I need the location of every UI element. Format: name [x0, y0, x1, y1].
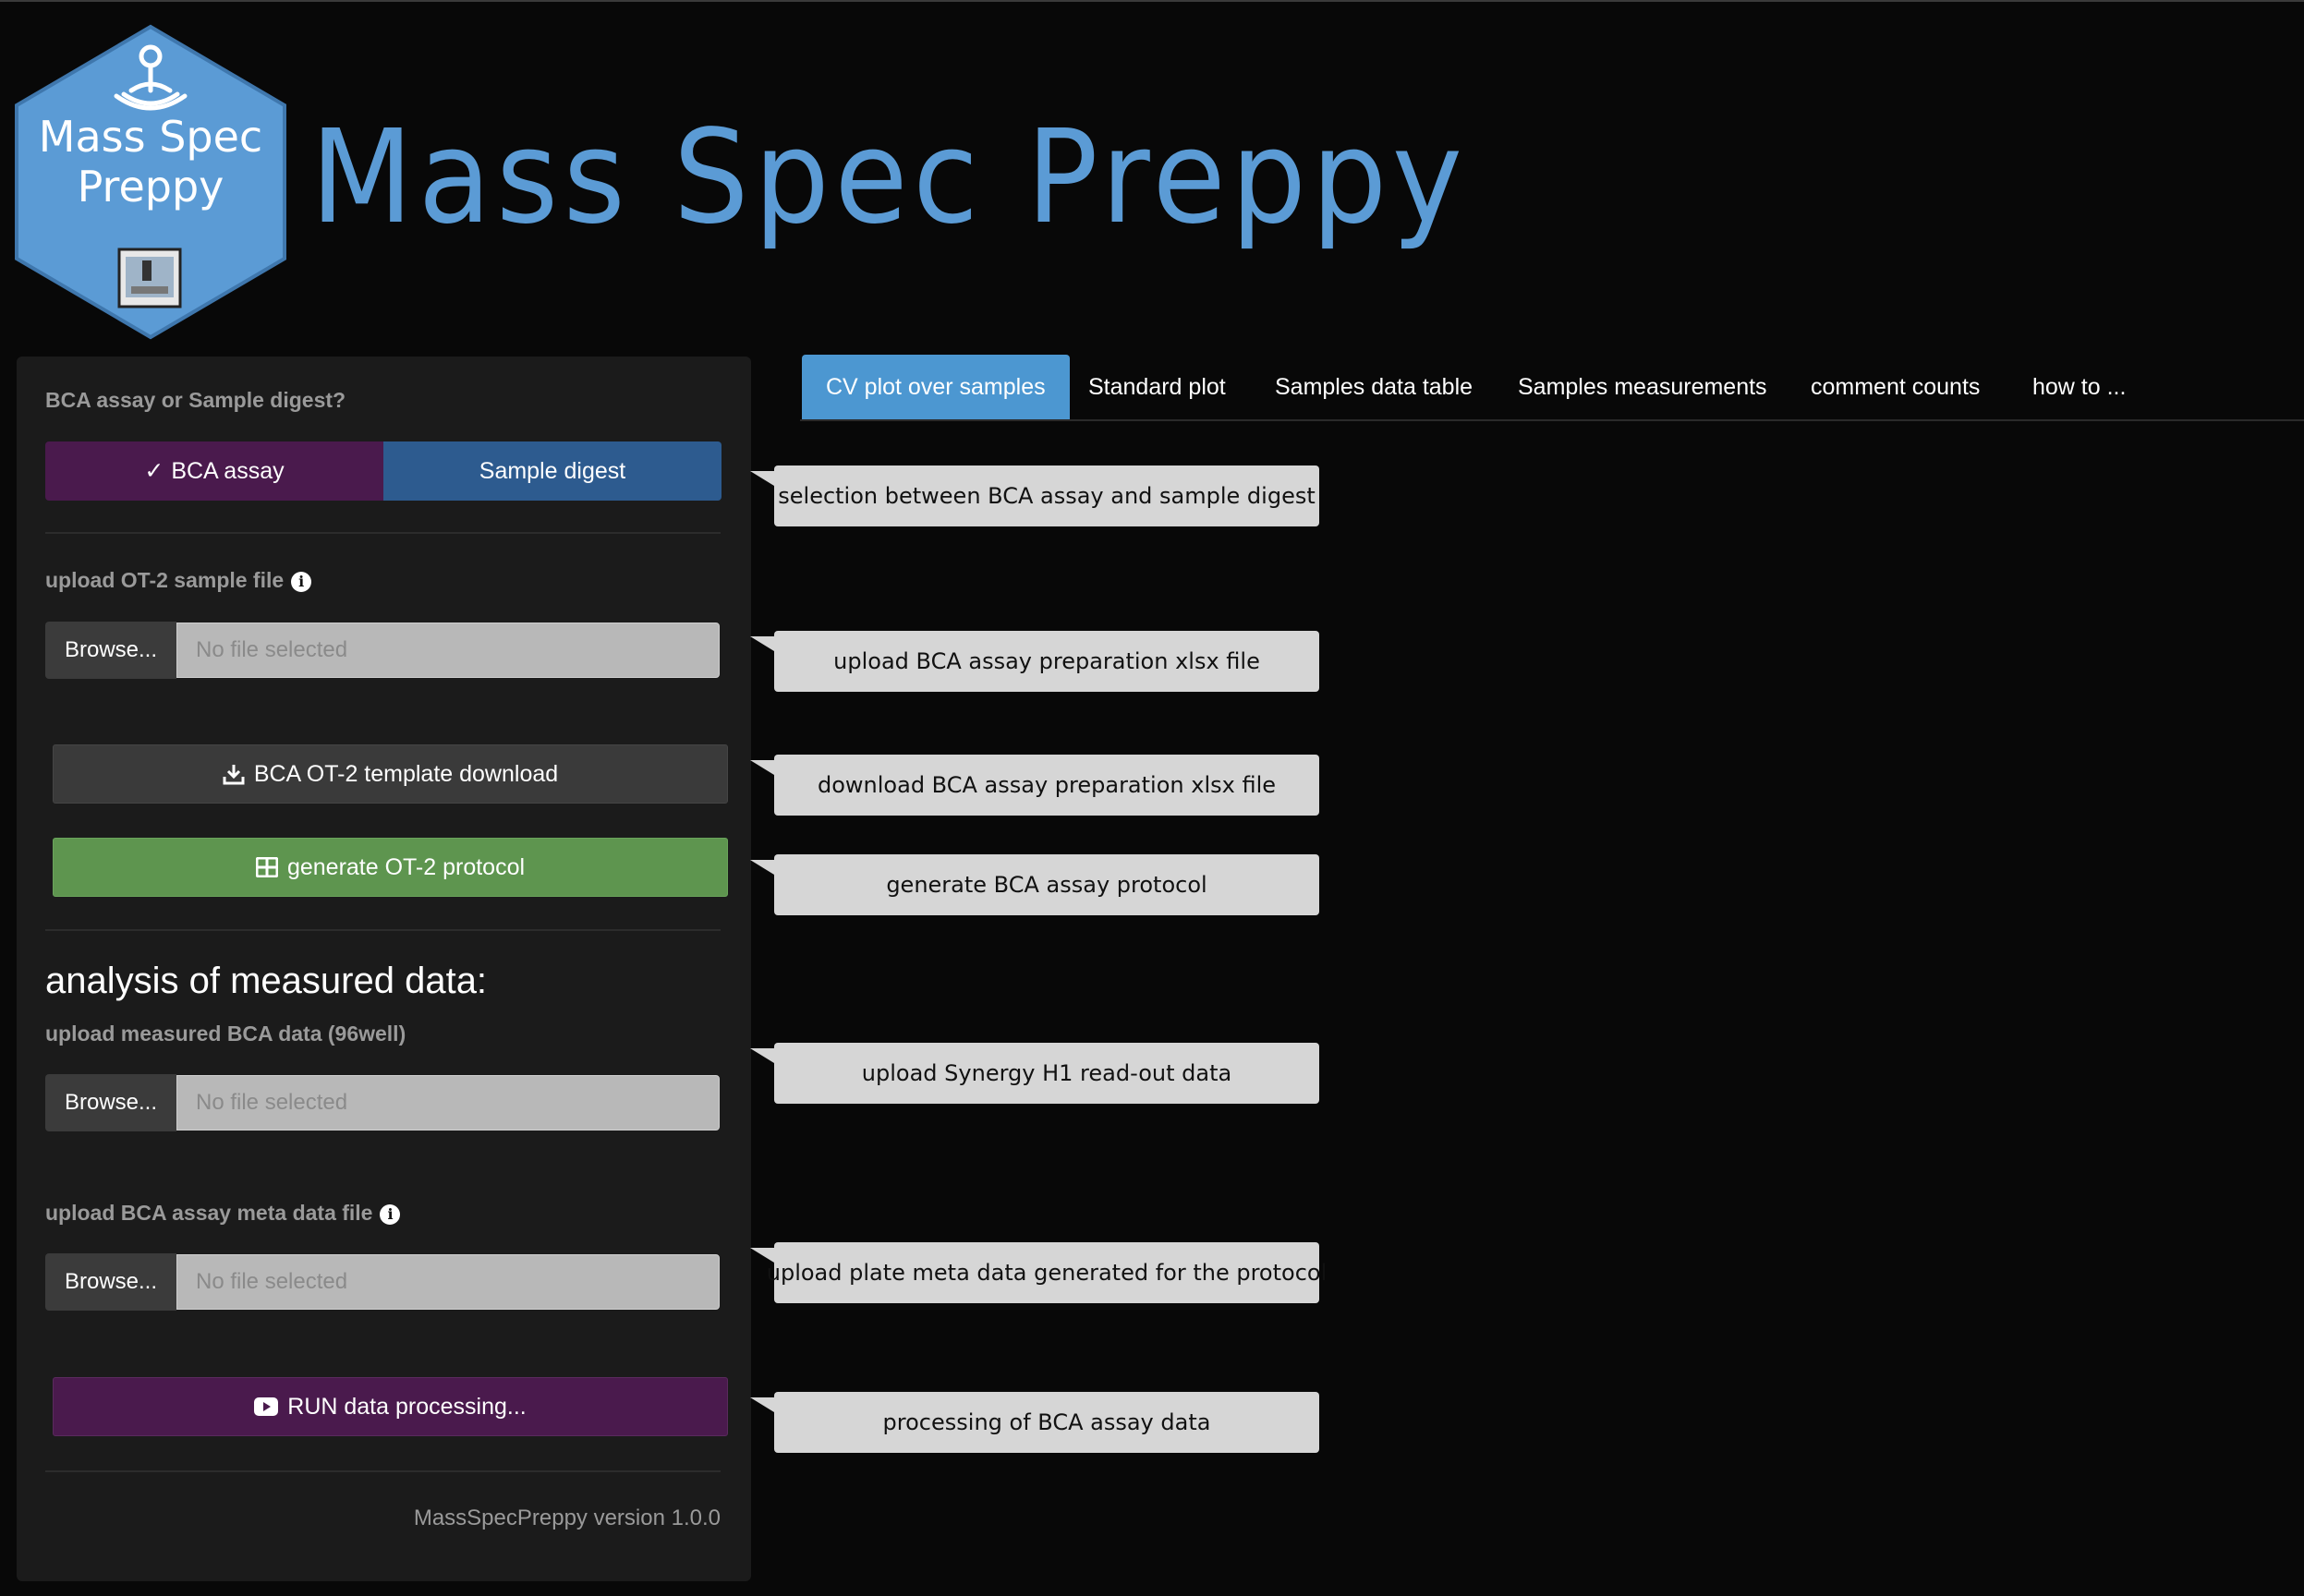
meta-upload-label-row: upload BCA assay meta data file i: [45, 1201, 401, 1226]
callout-upload-readout: upload Synergy H1 read-out data: [750, 1043, 1319, 1104]
run-processing-label: RUN data processing...: [287, 1393, 527, 1420]
meta-upload-label: upload BCA assay meta data file: [45, 1201, 373, 1225]
callout-generate-protocol: generate BCA assay protocol: [750, 854, 1319, 915]
youtube-play-icon: [254, 1397, 279, 1416]
callout-upload-meta: upload plate meta data generated for the…: [750, 1242, 1327, 1303]
divider: [45, 532, 721, 534]
mode-label: BCA assay or Sample digest?: [45, 388, 346, 412]
bca-assay-toggle-label: BCA assay: [171, 457, 285, 484]
generate-protocol-button[interactable]: generate OT-2 protocol: [53, 838, 728, 897]
bca-assay-toggle[interactable]: ✓ BCA assay: [45, 441, 383, 501]
tab-comment-counts[interactable]: comment counts: [1811, 355, 1980, 419]
callout-mode-selection: selection between BCA assay and sample d…: [750, 466, 1319, 526]
tab-how-to[interactable]: how to ...: [2032, 355, 2126, 419]
ot2-browse-button[interactable]: Browse...: [45, 622, 176, 679]
ot2-upload-label-row: upload OT-2 sample file i: [45, 568, 312, 593]
measured-browse-button[interactable]: Browse...: [45, 1074, 176, 1131]
template-download-button[interactable]: BCA OT-2 template download: [53, 744, 728, 804]
tab-samples-data-table[interactable]: Samples data table: [1275, 355, 1473, 419]
sample-digest-toggle-label: Sample digest: [479, 457, 626, 484]
divider: [45, 1470, 721, 1472]
divider: [45, 929, 721, 931]
window-top-border: [0, 0, 2304, 2]
logo-text-line2: Preppy: [78, 162, 224, 212]
info-icon[interactable]: i: [291, 571, 312, 592]
tab-standard-plot[interactable]: Standard plot: [1088, 355, 1226, 419]
robot-icon: [117, 248, 182, 308]
meta-file-field[interactable]: No file selected: [176, 1254, 720, 1310]
measured-upload-label: upload measured BCA data (96well): [45, 1022, 406, 1046]
template-download-label: BCA OT-2 template download: [253, 760, 559, 787]
callout-download-prep: download BCA assay preparation xlsx file: [750, 755, 1319, 816]
check-icon: ✓: [144, 458, 164, 484]
ot2-upload-label: upload OT-2 sample file: [45, 568, 285, 592]
app-title: Mass Spec Preppy: [310, 103, 1468, 253]
tab-cv-plot[interactable]: CV plot over samples: [802, 355, 1070, 419]
table-icon: [255, 857, 278, 877]
callout-upload-prep: upload BCA assay preparation xlsx file: [750, 631, 1319, 692]
logo-text-line1: Mass Spec: [39, 112, 262, 162]
analysis-heading: analysis of measured data:: [45, 961, 488, 1001]
version-text: MassSpecPreppy version 1.0.0: [413, 1505, 721, 1530]
download-icon: [223, 765, 245, 785]
run-processing-button[interactable]: RUN data processing...: [53, 1377, 728, 1436]
ot2-file-field[interactable]: No file selected: [176, 623, 720, 678]
info-icon[interactable]: i: [380, 1203, 401, 1225]
sample-digest-toggle[interactable]: Sample digest: [383, 441, 722, 501]
meta-browse-button[interactable]: Browse...: [45, 1253, 176, 1311]
app-logo: Mass Spec Preppy: [15, 24, 286, 340]
tab-bar-underline: [800, 419, 2304, 421]
callout-processing: processing of BCA assay data: [750, 1392, 1319, 1453]
measured-file-field[interactable]: No file selected: [176, 1075, 720, 1130]
generate-protocol-label: generate OT-2 protocol: [286, 853, 526, 880]
tab-samples-measurements[interactable]: Samples measurements: [1518, 355, 1767, 419]
